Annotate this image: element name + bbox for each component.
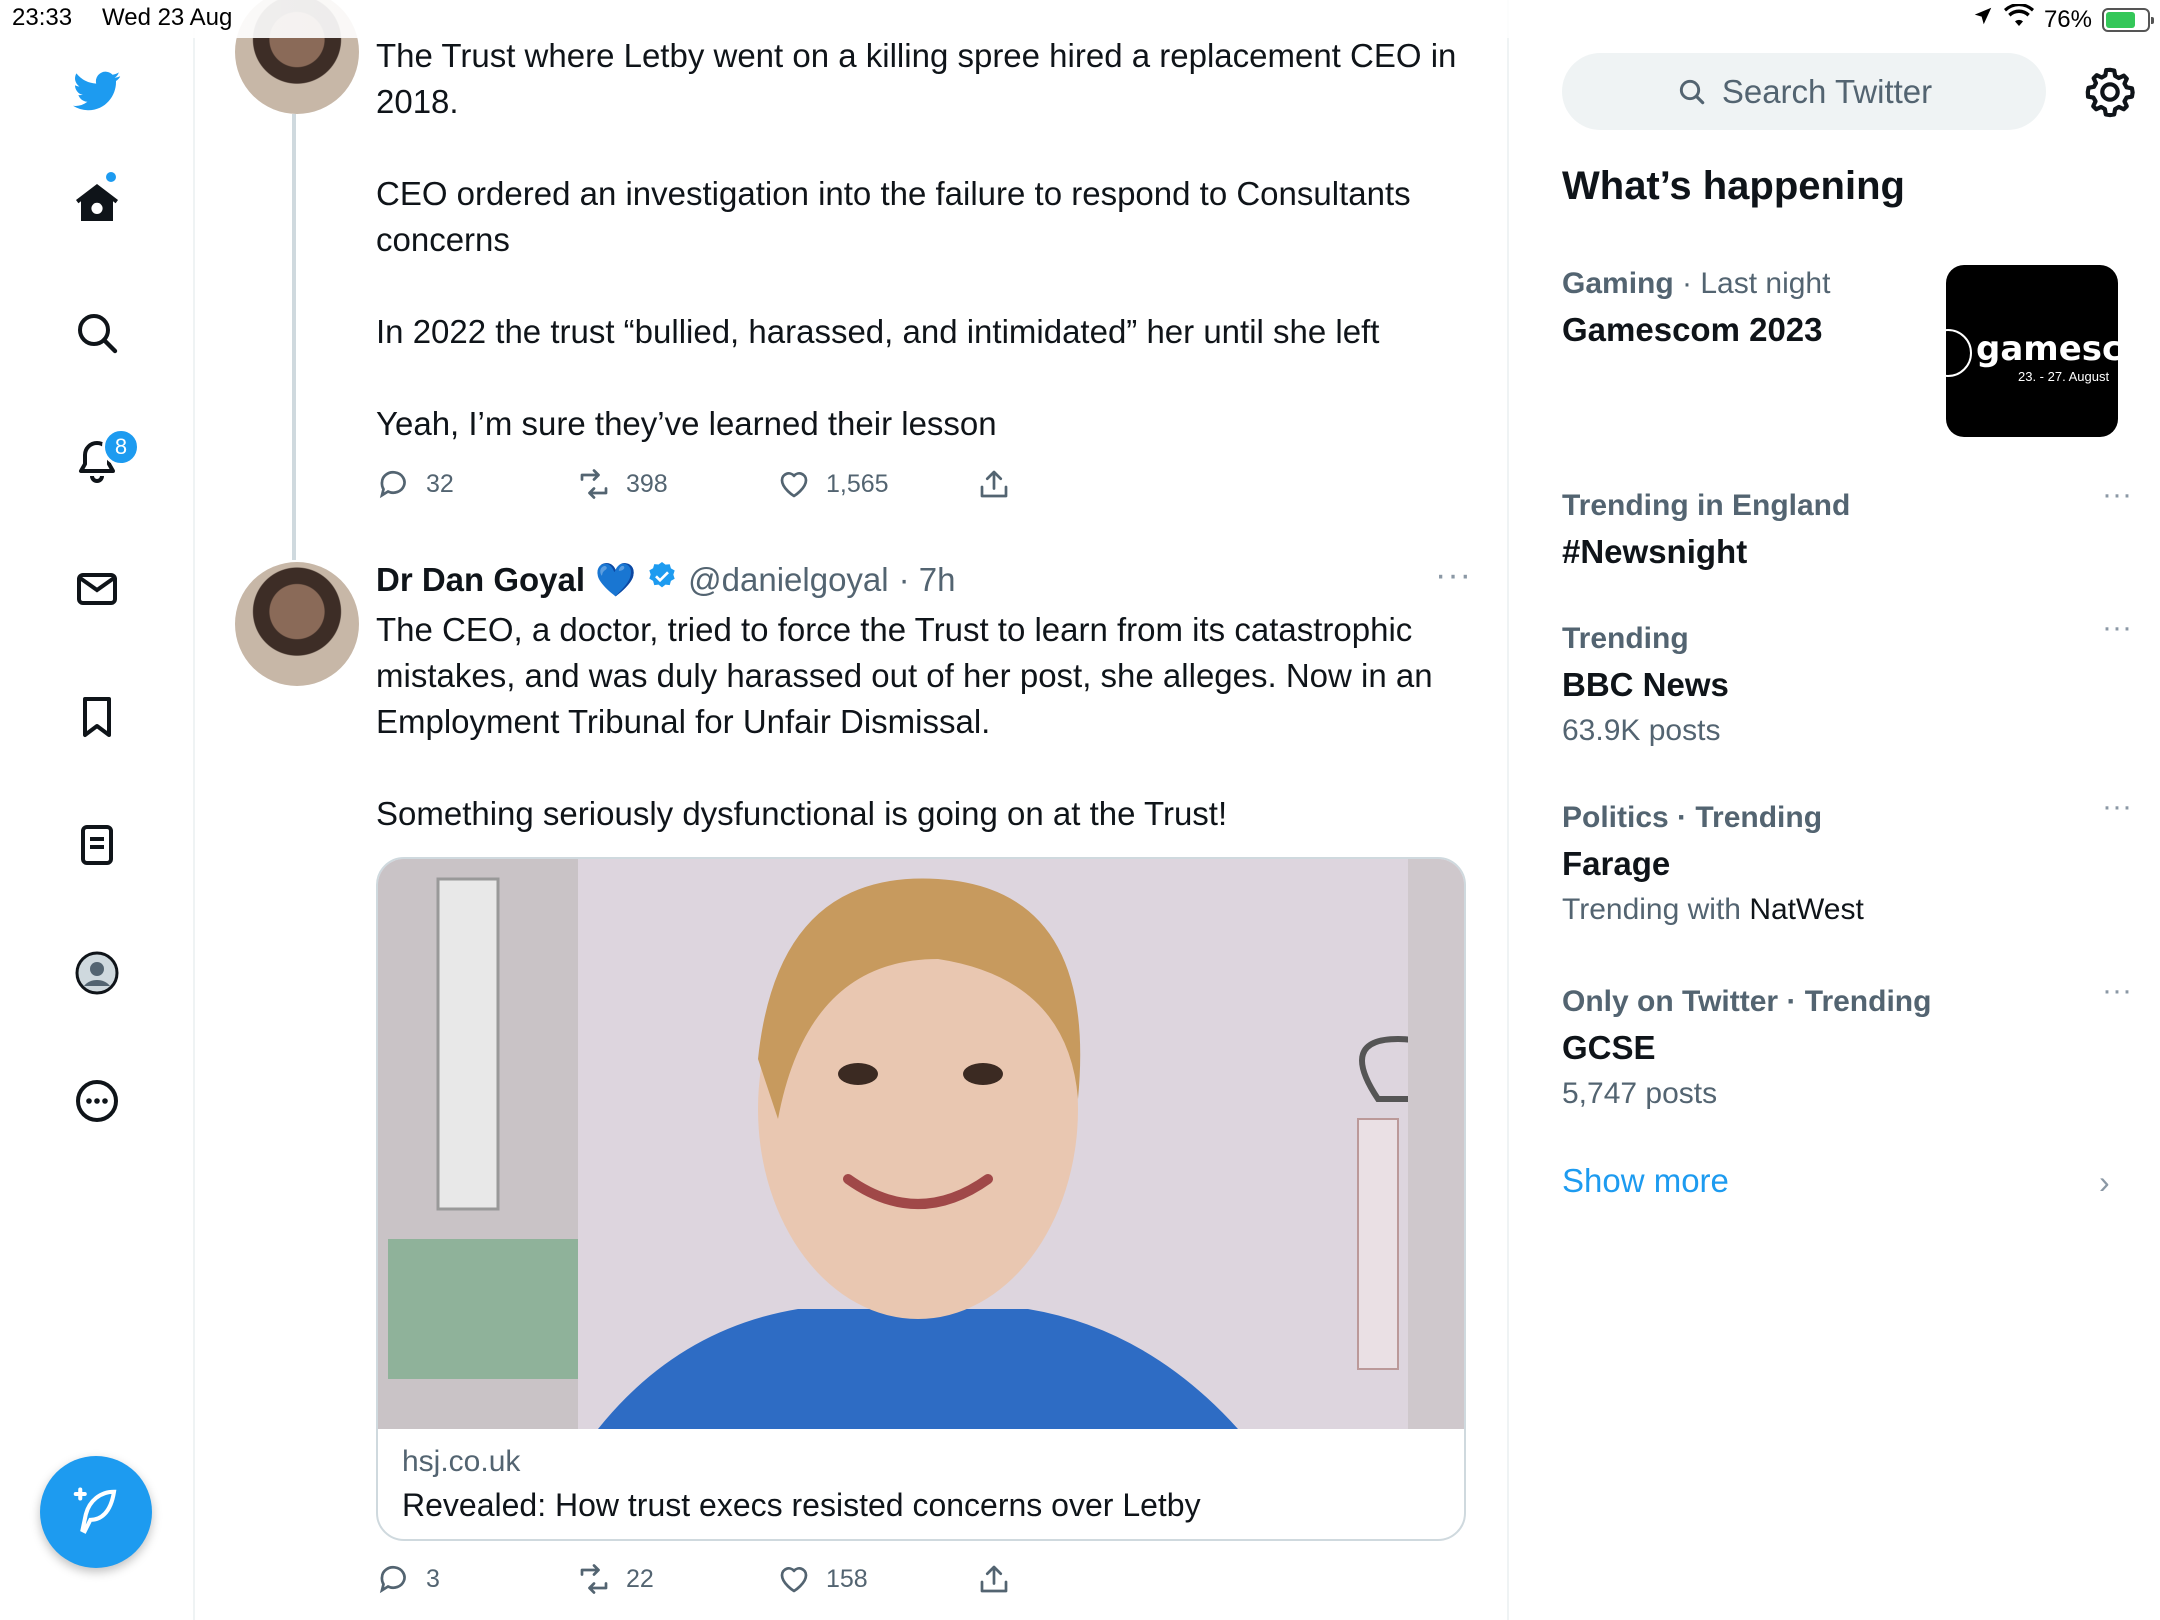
notifications-icon[interactable]: 8 <box>64 428 140 494</box>
retweet-count: 22 <box>626 1564 654 1593</box>
trend-post-count: 5,747 posts <box>1562 1077 1718 1110</box>
card-title: Revealed: How trust execs resisted conce… <box>402 1487 1201 1523</box>
trend-meta: Trending <box>1562 622 1689 655</box>
trend-name: BBC News <box>1562 666 1729 703</box>
trend-item[interactable]: Only on Twitter · Trending GCSE 5,747 po… <box>1562 974 2132 1116</box>
thread-connector <box>292 114 296 560</box>
twitter-logo-icon[interactable] <box>64 58 130 124</box>
trend-more-icon[interactable]: ··· <box>2102 611 2132 645</box>
bookmarks-icon[interactable] <box>64 684 130 750</box>
author-handle[interactable]: @danielgoyal <box>688 561 888 599</box>
search-icon[interactable] <box>64 300 130 366</box>
chevron-right-icon: › <box>2099 1164 2110 1200</box>
retweet-icon <box>580 1564 608 1594</box>
link-card[interactable]: hsj.co.uk Revealed: How trust execs resi… <box>376 857 1466 1541</box>
battery-percent: 76% <box>2043 5 2092 33</box>
reply-button[interactable]: 3 <box>376 1561 440 1597</box>
retweet-icon <box>580 469 608 499</box>
like-count: 1,565 <box>826 469 889 498</box>
tweet-text: The CEO, a doctor, tried to force the Tr… <box>376 611 1433 832</box>
verified-badge-icon <box>646 560 678 600</box>
trend-meta: Trending in England <box>1562 489 1851 522</box>
trend-name: Farage <box>1562 845 1671 882</box>
trend-item[interactable]: Trending BBC News 63.9K posts ··· <box>1562 611 2132 753</box>
status-bar: 23:33 Wed 23 Aug 76% <box>0 0 2160 38</box>
reply-icon <box>379 470 406 499</box>
trend-name: GCSE <box>1562 1029 1656 1066</box>
compose-feather-icon <box>73 1487 117 1534</box>
trend-more-icon[interactable]: ··· <box>2102 790 2132 824</box>
tweet-text: The Trust where Letby went on a killing … <box>376 37 1457 442</box>
reply-button[interactable]: 32 <box>376 466 454 502</box>
left-nav: 8 <box>0 0 195 1620</box>
reply-count: 32 <box>426 469 454 498</box>
tweet-more-icon[interactable]: ··· <box>1435 556 1472 595</box>
trend-more-icon[interactable]: ··· <box>2102 478 2132 512</box>
notifications-badge: 8 <box>102 428 140 466</box>
battery-icon <box>2102 7 2154 32</box>
show-more-link[interactable]: Show more <box>1562 1162 1729 1200</box>
trend-item[interactable]: Trending in England #Newsnight ··· <box>1562 478 2132 576</box>
whats-happening-title: What’s happening <box>1562 164 1905 208</box>
status-time: 23:33 <box>12 4 73 31</box>
settings-gear-icon[interactable] <box>2082 64 2138 120</box>
card-photo <box>378 859 1464 1429</box>
status-right: 76% <box>1972 3 2154 35</box>
share-button[interactable] <box>976 466 1012 502</box>
search-placeholder: Search Twitter <box>1721 72 1933 110</box>
author-name[interactable]: Dr Dan Goyal <box>376 561 585 599</box>
tweet-time[interactable]: · 7h <box>899 561 956 599</box>
right-sidebar: Search Twitter What’s happening Gaming ·… <box>1509 0 2160 1620</box>
trend-post-count: 63.9K posts <box>1562 714 1721 747</box>
tweet-header: Dr Dan Goyal 💙 @danielgoyal · 7h <box>376 556 956 604</box>
thumbnail-dates: 23. - 27. August <box>2018 369 2110 384</box>
trend-name: #Newsnight <box>1562 533 1748 570</box>
home-unread-dot <box>104 170 118 184</box>
blue-heart-emoji: 💙 <box>595 560 637 598</box>
trend-meta: Politics · Trending <box>1562 801 1823 834</box>
like-button[interactable]: 158 <box>776 1561 868 1597</box>
location-icon <box>1972 5 1994 34</box>
retweet-button[interactable]: 22 <box>576 1561 654 1597</box>
retweet-button[interactable]: 398 <box>576 466 668 502</box>
thumbnail-logo-text: gamesco <box>1976 329 2118 369</box>
wifi-icon <box>2003 3 2034 35</box>
tweet-actions: 32 398 1,565 <box>376 466 1086 506</box>
battery-fill <box>2106 11 2136 28</box>
profile-avatar-icon[interactable] <box>64 940 130 1006</box>
card-domain: hsj.co.uk <box>402 1445 521 1478</box>
more-options-icon[interactable] <box>64 1068 130 1134</box>
trend-meta: Only on Twitter · Trending <box>1562 985 1932 1018</box>
like-count: 158 <box>826 1564 868 1593</box>
trend-more-icon[interactable]: ··· <box>2102 974 2132 1008</box>
status-date: Wed 23 Aug <box>102 4 233 31</box>
like-button[interactable]: 1,565 <box>776 466 889 502</box>
search-icon <box>1679 79 1705 104</box>
search-input[interactable]: Search Twitter <box>1562 53 2046 130</box>
share-icon <box>980 470 1008 498</box>
home-icon[interactable] <box>64 170 130 236</box>
trend-thumbnail[interactable]: gamesco 23. - 27. August <box>1946 265 2118 437</box>
compose-tweet-button[interactable] <box>40 1456 152 1568</box>
retweet-count: 398 <box>626 469 668 498</box>
heart-icon <box>780 472 808 498</box>
card-image <box>378 859 1464 1429</box>
tweet-actions: 3 22 158 <box>376 1561 1086 1601</box>
share-button[interactable] <box>976 1561 1012 1597</box>
trend-context: Trending with NatWest <box>1562 893 1864 926</box>
heart-icon <box>780 1567 808 1593</box>
lists-icon[interactable] <box>64 812 130 878</box>
timeline: The Trust where Letby went on a killing … <box>195 0 1509 1620</box>
share-icon <box>980 1565 1008 1593</box>
reply-icon <box>379 1565 406 1594</box>
messages-icon[interactable] <box>64 556 130 622</box>
trend-item[interactable]: Politics · Trending Farage Trending with… <box>1562 790 2132 932</box>
reply-count: 3 <box>426 1564 440 1593</box>
author-avatar[interactable] <box>235 562 359 686</box>
